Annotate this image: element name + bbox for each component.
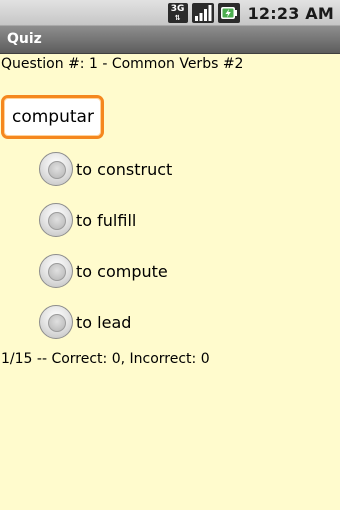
battery-charging-icon xyxy=(217,3,240,23)
option-label: to construct xyxy=(76,159,173,179)
option-label: to fulfill xyxy=(76,210,137,230)
network-label: 3G xyxy=(170,4,185,14)
option-label: to lead xyxy=(76,312,132,332)
option-to-compute[interactable]: to compute xyxy=(39,252,168,290)
status-clock: 12:23 AM xyxy=(247,3,334,23)
radio-button-icon[interactable] xyxy=(39,203,73,237)
option-to-lead[interactable]: to lead xyxy=(39,303,131,341)
radio-button-icon[interactable] xyxy=(39,254,73,288)
option-label: to compute xyxy=(76,261,168,281)
question-header: Question #: 1 - Common Verbs #2 xyxy=(1,56,244,72)
radio-button-icon[interactable] xyxy=(39,152,73,186)
3g-data-icon: 3G ⇅ xyxy=(167,3,188,23)
radio-button-icon[interactable] xyxy=(39,305,73,339)
option-to-construct[interactable]: to construct xyxy=(39,150,172,188)
answer-input-box[interactable] xyxy=(1,95,104,139)
score-status: 1/15 -- Correct: 0, Incorrect: 0 xyxy=(1,351,210,367)
status-icons: 3G ⇅ 12:23 AM xyxy=(167,2,334,24)
option-to-fulfill[interactable]: to fulfill xyxy=(39,201,136,239)
app-title: Quiz xyxy=(7,31,42,47)
answer-input[interactable] xyxy=(4,98,101,136)
signal-strength-icon xyxy=(191,3,214,23)
title-bar: Quiz xyxy=(0,26,340,54)
status-bar: 3G ⇅ 12:23 AM xyxy=(0,0,340,26)
